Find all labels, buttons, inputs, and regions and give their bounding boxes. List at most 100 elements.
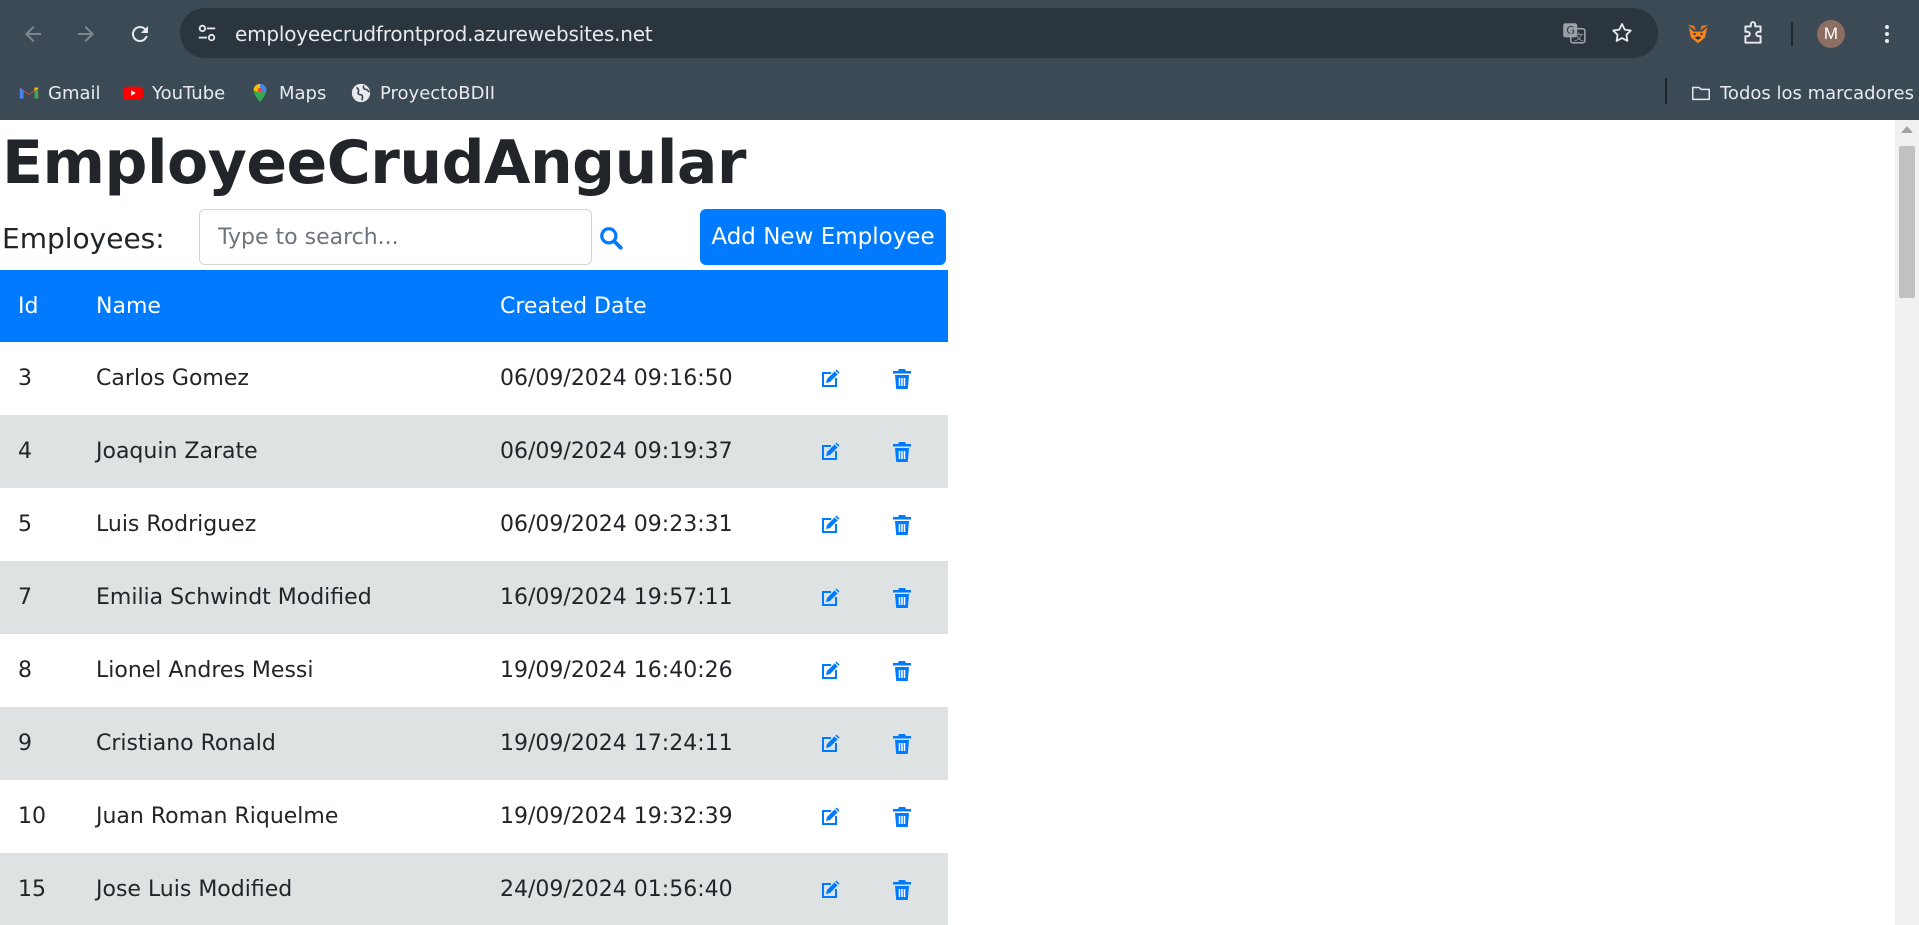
employees-label: Employees: [2,222,165,255]
toolbar-divider [1791,22,1793,46]
edit-button[interactable] [818,415,890,488]
browser-toolbar: employeecrudfrontprod.azurewebsites.net … [0,0,1919,66]
more-menu-icon[interactable] [1870,17,1904,51]
edit-button[interactable] [818,707,890,780]
cell-created-date: 24/09/2024 01:56:40 [500,877,733,902]
edit-icon [818,513,890,537]
page-scrollbar[interactable] [1895,120,1919,925]
delete-button[interactable] [890,488,948,561]
all-bookmarks-button[interactable]: Todos los marcadores [1690,80,1914,106]
delete-button[interactable] [890,561,948,634]
bookmark-label: YouTube [152,82,226,104]
reload-button[interactable] [121,15,159,53]
trash-icon [890,732,948,756]
scroll-up-arrow-icon[interactable] [1901,126,1913,133]
bookmark-gmail[interactable]: Gmail [18,80,101,106]
reload-icon [131,26,148,43]
header-created-date[interactable]: Created Date [500,270,818,342]
url-text: employeecrudfrontprod.azurewebsites.net [235,22,653,46]
edit-icon [818,367,890,391]
edit-icon [818,732,890,756]
cell-id: 7 [18,585,32,610]
add-new-employee-button[interactable]: Add New Employee [700,209,946,265]
forward-button[interactable] [67,15,105,53]
edit-icon [818,805,890,829]
maps-icon [249,82,271,104]
header-delete [890,270,948,342]
edit-button[interactable] [818,342,890,415]
arrow-right-icon [78,26,94,42]
trash-icon [890,659,948,683]
cell-created-date: 06/09/2024 09:16:50 [500,366,733,391]
youtube-icon [122,82,144,104]
translate-icon[interactable]: G文 [1560,19,1588,47]
cell-id: 8 [18,658,32,683]
header-name[interactable]: Name [96,270,500,342]
cell-id: 3 [18,366,32,391]
table-row: 10 Juan Roman Riquelme 19/09/2024 19:32:39 [0,780,948,853]
browser-chrome: employeecrudfrontprod.azurewebsites.net … [0,0,1919,120]
extensions-puzzle-icon[interactable] [1736,17,1770,51]
trash-icon [890,586,948,610]
cell-name: Lionel Andres Messi [96,658,314,683]
delete-button[interactable] [890,853,948,925]
trash-icon [890,513,948,537]
search-input[interactable] [199,209,592,265]
folder-icon [1690,82,1712,104]
svg-text:文: 文 [1574,31,1584,44]
edit-icon [818,878,890,902]
edit-button[interactable] [818,853,890,925]
delete-button[interactable] [890,780,948,853]
bookmark-star-icon[interactable] [1608,19,1636,47]
bookmark-maps[interactable]: Maps [249,80,326,106]
header-id[interactable]: Id [0,270,96,342]
table-row: 9 Cristiano Ronald 19/09/2024 17:24:11 [0,707,948,780]
metamask-fox-icon[interactable] [1681,17,1715,51]
cell-name: Luis Rodriguez [96,512,257,537]
cell-created-date: 19/09/2024 17:24:11 [500,731,733,756]
delete-button[interactable] [890,415,948,488]
table-header-row: Id Name Created Date [0,270,948,342]
edit-button[interactable] [818,488,890,561]
bookmark-youtube[interactable]: YouTube [122,80,225,106]
edit-button[interactable] [818,634,890,707]
arrow-left-icon [25,26,41,42]
profile-avatar[interactable]: M [1817,20,1845,48]
cell-created-date: 06/09/2024 09:23:31 [500,512,733,537]
delete-button[interactable] [890,634,948,707]
bookmark-label: Maps [279,82,327,104]
scrollbar-thumb[interactable] [1899,146,1915,298]
edit-icon [818,659,890,683]
page-content: EmployeeCrudAngular Employees: Add New E… [0,120,1895,925]
cell-created-date: 06/09/2024 09:19:37 [500,439,733,464]
trash-icon [890,367,948,391]
header-edit [818,270,890,342]
table-body: 3 Carlos Gomez 06/09/2024 09:16:50 4 Joaquin… [0,342,948,925]
cell-created-date: 19/09/2024 16:40:26 [500,658,733,683]
trash-icon [890,440,948,464]
cell-name: Emilia Schwindt Modified [96,585,372,610]
table-row: 3 Carlos Gomez 06/09/2024 09:16:50 [0,342,948,415]
table-row: 5 Luis Rodriguez 06/09/2024 09:23:31 [0,488,948,561]
address-bar[interactable]: employeecrudfrontprod.azurewebsites.net … [180,8,1658,58]
bookmark-label: Gmail [48,82,101,104]
delete-button[interactable] [890,342,948,415]
delete-button[interactable] [890,707,948,780]
table-row: 4 Joaquin Zarate 06/09/2024 09:19:37 [0,415,948,488]
cell-name: Juan Roman Riquelme [96,804,339,829]
cell-id: 10 [18,804,46,829]
cell-name: Cristiano Ronald [96,731,276,756]
edit-icon [818,586,890,610]
trash-icon [890,805,948,829]
bookmark-proyectobdii[interactable]: ProyectoBDII [350,80,495,106]
edit-button[interactable] [818,780,890,853]
back-button[interactable] [14,15,52,53]
site-info-icon[interactable] [194,20,220,46]
employees-table: Id Name Created Date 3 Carlos Gomez 06/09/… [0,270,948,925]
cell-name: Jose Luis Modified [96,877,293,902]
search-icon[interactable] [598,225,624,251]
cell-id: 9 [18,731,32,756]
edit-button[interactable] [818,561,890,634]
cell-id: 15 [18,877,46,902]
table-row: 8 Lionel Andres Messi 19/09/2024 16:40:26 [0,634,948,707]
